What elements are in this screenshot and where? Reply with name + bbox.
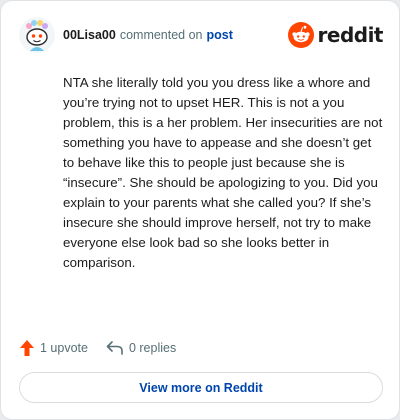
replies-button[interactable]: 0 replies xyxy=(106,340,176,356)
comment-meta: 00Lisa00 commented on post xyxy=(63,28,233,42)
upvote-button[interactable]: 1 upvote xyxy=(19,339,88,357)
username[interactable]: 00Lisa00 xyxy=(63,28,116,42)
comment-body: NTA she literally told you you dress lik… xyxy=(63,75,383,270)
upvote-count: 1 upvote xyxy=(40,341,88,355)
reddit-wordmark: reddit xyxy=(317,23,384,47)
snoo-avatar-icon xyxy=(26,20,48,51)
reddit-logo-icon xyxy=(287,22,314,48)
reply-count: 0 replies xyxy=(128,341,177,355)
post-link[interactable]: post xyxy=(207,28,233,42)
reddit-brand[interactable]: reddit xyxy=(287,22,384,48)
upvote-arrow-icon xyxy=(20,340,34,356)
comment-header: 00Lisa00 commented on post reddit xyxy=(19,15,384,55)
comment-actions: 1 upvote 0 replies xyxy=(19,337,176,359)
user-avatar[interactable] xyxy=(19,17,55,53)
commented-on-label: commented on xyxy=(119,28,203,42)
view-more-on-reddit-button[interactable]: View more on Reddit xyxy=(19,372,383,403)
reply-arrow-icon xyxy=(106,341,123,355)
comment-embed-card: 00Lisa00 commented on post reddit NTA sh… xyxy=(0,0,400,420)
